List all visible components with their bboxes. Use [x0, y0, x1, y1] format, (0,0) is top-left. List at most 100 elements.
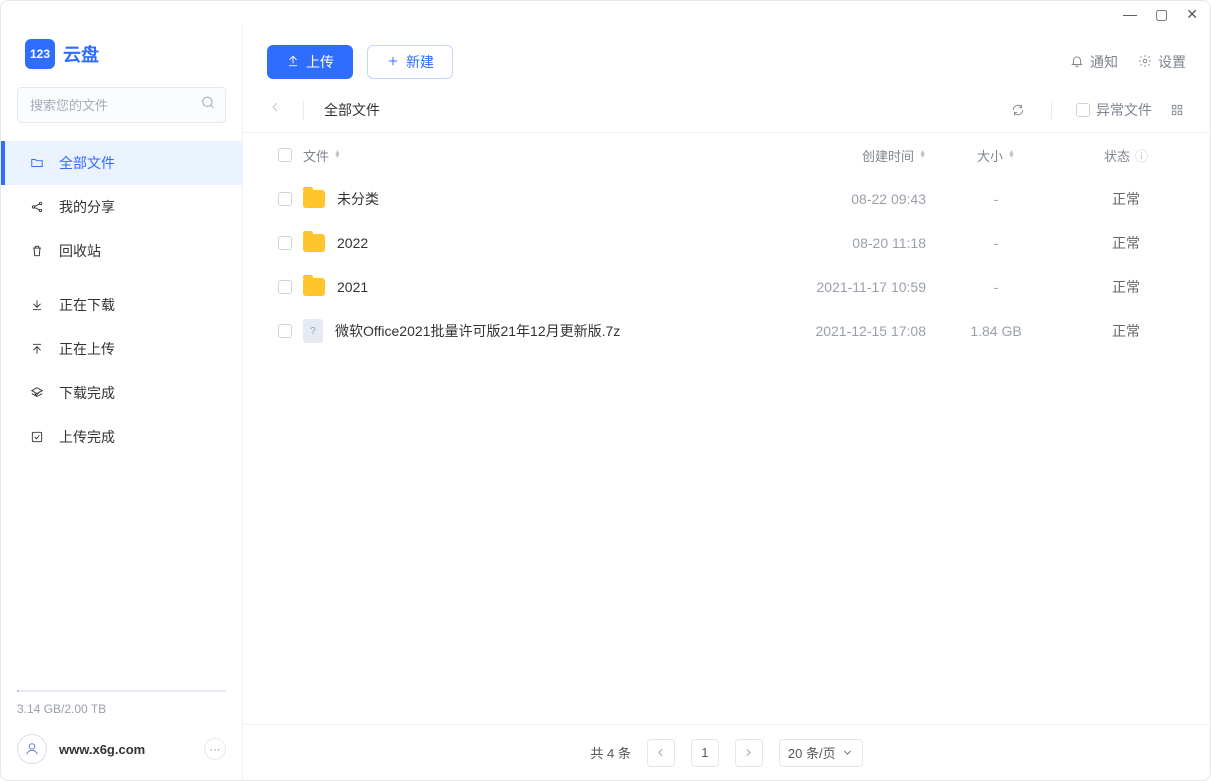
sort-icon: ▲▼ — [334, 151, 341, 159]
col-date[interactable]: 创建时间▲▼ — [746, 146, 926, 165]
new-button[interactable]: 新建 — [367, 45, 453, 79]
upload-label: 上传 — [306, 52, 334, 72]
next-page-button[interactable] — [735, 739, 763, 767]
brand-name: 云盘 — [63, 41, 99, 67]
divider — [1051, 101, 1052, 119]
sidebar-item-label: 全部文件 — [59, 153, 115, 173]
breadcrumb[interactable]: 全部文件 — [324, 100, 380, 120]
sort-icon: ▲▼ — [1008, 151, 1015, 159]
bell-icon — [1070, 54, 1084, 71]
sidebar-item-2[interactable]: 回收站 — [1, 229, 242, 273]
username: www.x6g.com — [59, 742, 145, 757]
file-date: 08-20 11:18 — [746, 235, 926, 251]
upload-button[interactable]: 上传 — [267, 45, 353, 79]
notify-label: 通知 — [1090, 52, 1118, 72]
sub-toolbar: 全部文件 异常文件 — [243, 87, 1210, 133]
maximize-button[interactable]: ▢ — [1155, 6, 1168, 23]
table-row[interactable]: ? 微软Office2021批量许可版21年12月更新版.7z 2021-12-15… — [243, 309, 1210, 353]
table-row[interactable]: 202208-20 11:18-正常 — [243, 221, 1210, 265]
upload-icon — [29, 341, 45, 357]
pagination: 共 4 条 1 20 条/页 — [243, 724, 1210, 780]
row-checkbox[interactable] — [278, 236, 292, 250]
file-size: 1.84 GB — [926, 323, 1066, 339]
folder-icon — [303, 278, 325, 296]
current-page[interactable]: 1 — [691, 739, 719, 767]
select-all-checkbox[interactable] — [278, 148, 292, 162]
file-name: 未分类 — [337, 189, 379, 209]
grid-view-button[interactable] — [1168, 101, 1186, 119]
divider — [303, 101, 304, 119]
gear-icon — [1138, 54, 1152, 71]
sidebar-item-label: 正在下载 — [59, 295, 115, 315]
top-toolbar: 上传 新建 通知 设置 — [243, 25, 1210, 87]
col-size[interactable]: 大小▲▼ — [926, 146, 1066, 165]
sidebar-item-1[interactable]: 我的分享 — [1, 185, 242, 229]
settings-button[interactable]: 设置 — [1138, 52, 1186, 72]
search-icon[interactable] — [200, 95, 216, 116]
file-name: 微软Office2021批量许可版21年12月更新版.7z — [335, 321, 620, 341]
sidebar-item-label: 下载完成 — [59, 383, 115, 403]
table-row[interactable]: 未分类08-22 09:43-正常 — [243, 177, 1210, 221]
avatar-icon[interactable] — [17, 734, 47, 764]
sidebar-item-label: 我的分享 — [59, 197, 115, 217]
file-status: 正常 — [1066, 277, 1186, 297]
refresh-button[interactable] — [1009, 101, 1027, 119]
table-row[interactable]: 20212021-11-17 10:59-正常 — [243, 265, 1210, 309]
abnormal-filter[interactable]: 异常文件 — [1076, 100, 1152, 120]
sidebar-bottom: 3.14 GB/2.00 TB www.x6g.com ⋯ — [1, 680, 242, 780]
folder-icon — [303, 234, 325, 252]
page-size-label: 20 条/页 — [788, 743, 836, 762]
close-button[interactable]: ✕ — [1186, 6, 1198, 23]
folder-icon — [29, 155, 45, 171]
sidebar-item-4[interactable]: 正在上传 — [1, 327, 242, 371]
page-size-select[interactable]: 20 条/页 — [779, 739, 863, 767]
folder-icon — [303, 190, 325, 208]
file-icon: ? — [303, 319, 323, 343]
file-status: 正常 — [1066, 189, 1186, 209]
minimize-button[interactable]: — — [1123, 6, 1137, 22]
sidebar-item-0[interactable]: 全部文件 — [1, 141, 242, 185]
file-name: 2022 — [337, 235, 368, 251]
more-button[interactable]: ⋯ — [204, 738, 226, 760]
sidebar-item-3[interactable]: 正在下载 — [1, 283, 242, 327]
col-name[interactable]: 文件▲▼ — [303, 146, 746, 165]
check-badge-icon — [29, 385, 45, 401]
row-checkbox[interactable] — [278, 192, 292, 206]
abnormal-label: 异常文件 — [1096, 100, 1152, 120]
brand: 123 云盘 — [1, 25, 242, 87]
file-status: 正常 — [1066, 321, 1186, 341]
help-icon: ⓘ — [1135, 146, 1148, 165]
share-icon — [29, 199, 45, 215]
file-name: 2021 — [337, 279, 368, 295]
sidebar-item-label: 正在上传 — [59, 339, 115, 359]
row-checkbox[interactable] — [278, 324, 292, 338]
total-label: 共 4 条 — [590, 743, 630, 762]
file-date: 2021-12-15 17:08 — [746, 323, 926, 339]
sidebar-item-5[interactable]: 下载完成 — [1, 371, 242, 415]
storage-text: 3.14 GB/2.00 TB — [17, 702, 226, 716]
sidebar: 123 云盘 全部文件我的分享回收站正在下载正在上传下载完成上传完成 3.14 … — [1, 25, 243, 780]
file-table: 文件▲▼ 创建时间▲▼ 大小▲▼ 状态 ⓘ 未分类08-22 09:43-正常 2… — [243, 133, 1210, 724]
abnormal-checkbox[interactable] — [1076, 103, 1090, 117]
settings-label: 设置 — [1158, 52, 1186, 72]
back-button[interactable] — [267, 99, 283, 120]
prev-page-button[interactable] — [647, 739, 675, 767]
col-status: 状态 ⓘ — [1066, 146, 1186, 165]
sidebar-nav: 全部文件我的分享回收站正在下载正在上传下载完成上传完成 — [1, 141, 242, 459]
table-header: 文件▲▼ 创建时间▲▼ 大小▲▼ 状态 ⓘ — [243, 133, 1210, 177]
row-checkbox[interactable] — [278, 280, 292, 294]
plus-icon — [386, 54, 400, 71]
user-row: www.x6g.com ⋯ — [17, 734, 226, 764]
search-input[interactable] — [17, 87, 226, 123]
sidebar-item-label: 回收站 — [59, 241, 101, 261]
file-size: - — [926, 279, 1066, 295]
file-size: - — [926, 191, 1066, 207]
storage-bar — [17, 690, 226, 692]
chevron-down-icon — [841, 746, 854, 759]
sidebar-item-6[interactable]: 上传完成 — [1, 415, 242, 459]
notify-button[interactable]: 通知 — [1070, 52, 1118, 72]
brand-logo-icon: 123 — [25, 39, 55, 69]
upload-icon — [286, 54, 300, 71]
main-panel: 上传 新建 通知 设置 全部文件 — [243, 25, 1210, 780]
window-controls: — ▢ ✕ — [1, 1, 1210, 25]
